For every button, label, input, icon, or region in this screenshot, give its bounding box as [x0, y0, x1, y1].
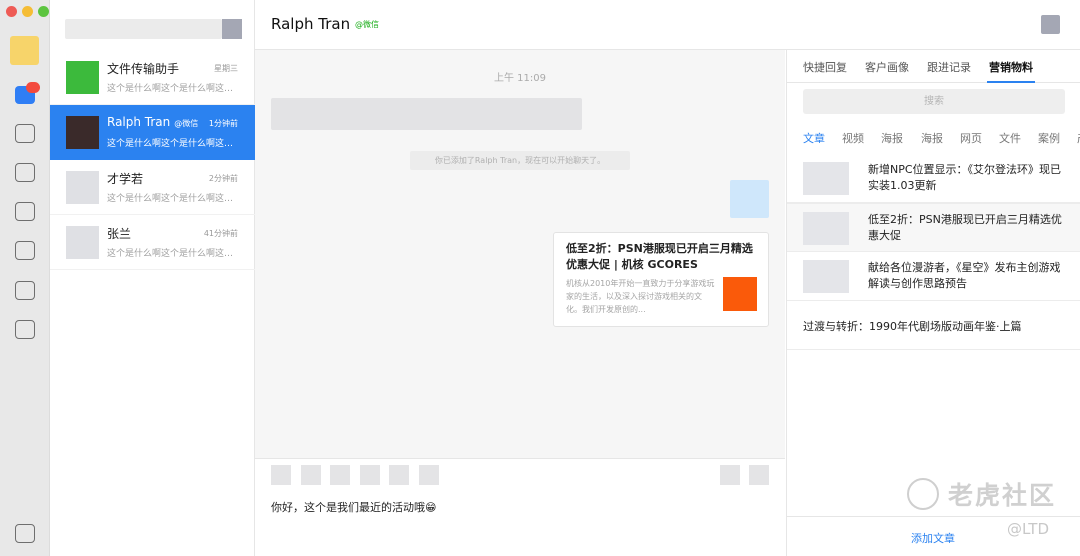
- video-call-icon[interactable]: [749, 465, 769, 485]
- conversation-avatar: [66, 226, 99, 259]
- conversation-time: 1分钟前: [208, 119, 238, 128]
- nav-icon-2[interactable]: [15, 163, 35, 182]
- nav-icon-6[interactable]: [15, 320, 35, 339]
- conversation-item-active[interactable]: Ralph Tran@微信 1分钟前 这个是什么啊这个是什么啊这个是什么啊: [50, 105, 255, 160]
- video-icon[interactable]: [419, 465, 439, 485]
- search-input[interactable]: [65, 19, 222, 39]
- article-title: 新增NPC位置显示：《艾尔登法环》现已实装1.03更新: [868, 163, 1062, 192]
- article-thumbnail: [803, 212, 849, 245]
- user-avatar[interactable]: [10, 36, 39, 65]
- conversation-list: 文件传输助手 星期三 这个是什么啊这个是什么啊这个是什么啊 Ralph Tran…: [50, 0, 255, 556]
- message-input[interactable]: 你好，这个是我们最近的活动哦😁: [271, 499, 436, 515]
- conversation-time: 星期三: [214, 64, 238, 73]
- nav-icon-1[interactable]: [15, 124, 35, 143]
- unread-badge: [26, 82, 40, 93]
- article-item[interactable]: 献给各位漫游者，《星空》发布主创游戏解读与创作思路预告: [787, 252, 1080, 301]
- conversation-preview: 这个是什么啊这个是什么啊这个是什么啊: [107, 139, 239, 149]
- window-controls: [6, 6, 49, 17]
- conversation-avatar: [66, 171, 99, 204]
- conversation-name: 文件传输助手: [107, 62, 180, 76]
- message-composer: 你好，这个是我们最近的活动哦😁: [255, 458, 785, 556]
- category-posters-2[interactable]: 海报: [921, 130, 943, 146]
- voice-icon[interactable]: [389, 465, 409, 485]
- nav-icon-5[interactable]: [15, 281, 35, 300]
- article-card-description: 机核从2010年开始一直致力于分享游戏玩家的生活，以及深入探讨游戏相关的文化。我…: [566, 279, 715, 314]
- add-contact-button[interactable]: [222, 19, 242, 39]
- category-articles[interactable]: 文章: [803, 130, 825, 146]
- conversation-name-text: Ralph Tran: [107, 115, 171, 129]
- incoming-message-bubble[interactable]: [271, 98, 582, 130]
- materials-search-input[interactable]: 搜索: [803, 89, 1065, 114]
- message-area: 上午 11:09 你已添加了Ralph Tran，现在可以开始聊天了。 低至2折…: [255, 50, 785, 458]
- conversation-time: 2分钟前: [208, 174, 238, 183]
- contact-name: Ralph Tran: [271, 15, 351, 33]
- wechat-tag: @微信: [355, 20, 379, 29]
- nav-icon-4[interactable]: [15, 241, 35, 260]
- category-posters[interactable]: 海报: [881, 130, 903, 146]
- conversation-name: 才学若: [107, 172, 144, 186]
- article-card-title: 低至2折：PSN港服现已开启三月精选优惠大促 | 机核 GCORES: [566, 242, 753, 271]
- file-icon[interactable]: [301, 465, 321, 485]
- article-card-thumbnail: [723, 277, 757, 311]
- conversation-time: 41分钟前: [203, 229, 238, 238]
- category-files[interactable]: 文件: [999, 130, 1021, 146]
- article-card-message[interactable]: 低至2折：PSN港服现已开启三月精选优惠大促 | 机核 GCORES 机核从20…: [553, 232, 769, 327]
- category-videos[interactable]: 视频: [842, 130, 864, 146]
- chat-header: Ralph Tran @微信: [255, 0, 1080, 50]
- conversation-item[interactable]: 张兰 41分钟前 这个是什么啊这个是什么啊这个是什么啊: [50, 215, 255, 270]
- tab-customer-profile[interactable]: 客户画像: [865, 59, 909, 75]
- article-title: 低至2折：PSN港服现已开启三月精选优惠大促: [868, 213, 1062, 242]
- more-options-icon[interactable]: [1041, 15, 1060, 34]
- conversation-name: Ralph Tran @微信: [107, 115, 198, 129]
- watermark-logo-icon: [907, 478, 939, 510]
- conversation-name: 张兰: [107, 227, 132, 241]
- screenshot-icon[interactable]: [330, 465, 350, 485]
- conversation-item[interactable]: 文件传输助手 星期三 这个是什么啊这个是什么啊这个是什么啊: [50, 50, 255, 105]
- conversation-preview: 这个是什么啊这个是什么啊这个是什么啊: [107, 194, 239, 204]
- divider: [787, 349, 1080, 350]
- category-cases[interactable]: 案例: [1038, 130, 1060, 146]
- panel-tabs: 快捷回复 客户画像 跟进记录 营销物料: [787, 50, 1080, 83]
- settings-icon[interactable]: [15, 524, 35, 543]
- app-sidebar: [0, 0, 50, 556]
- conversation-item[interactable]: 才学若 2分钟前 这个是什么啊这个是什么啊这个是什么啊: [50, 160, 255, 215]
- tab-quick-reply[interactable]: 快捷回复: [803, 59, 847, 75]
- minimize-window-button[interactable]: [22, 6, 33, 17]
- outgoing-message-bubble[interactable]: [730, 180, 769, 218]
- article-thumbnail: [803, 260, 849, 293]
- tab-marketing-materials[interactable]: 营销物料: [989, 59, 1033, 75]
- conversation-avatar: [66, 116, 99, 149]
- zoom-window-button[interactable]: [38, 6, 49, 17]
- call-icon[interactable]: [720, 465, 740, 485]
- conversation-preview: 这个是什么啊这个是什么啊这个是什么啊: [107, 249, 239, 259]
- article-item[interactable]: 新增NPC位置显示：《艾尔登法环》现已实装1.03更新: [787, 154, 1080, 203]
- article-thumbnail: [803, 162, 849, 195]
- watermark-subtext: @LTD: [1007, 520, 1050, 538]
- message-timestamp: 上午 11:09: [494, 73, 546, 84]
- article-item-text-only[interactable]: 过渡与转折：1990年代剧场版动画年鉴·上篇: [803, 318, 1022, 334]
- active-tab-underline: [987, 81, 1035, 83]
- material-categories: 文章 视频 海报 海报 网页 文件 案例 产: [787, 130, 1080, 146]
- tab-follow-up[interactable]: 跟进记录: [927, 59, 971, 75]
- article-title: 献给各位漫游者，《星空》发布主创游戏解读与创作思路预告: [868, 261, 1061, 290]
- history-icon[interactable]: [360, 465, 380, 485]
- watermark-text: 老虎社区: [948, 481, 1057, 510]
- category-webpages[interactable]: 网页: [960, 130, 982, 146]
- close-window-button[interactable]: [6, 6, 17, 17]
- conversation-preview: 这个是什么啊这个是什么啊这个是什么啊: [107, 84, 239, 94]
- emoji-icon[interactable]: [271, 465, 291, 485]
- nav-icon-3[interactable]: [15, 202, 35, 221]
- wechat-tag: @微信: [174, 119, 199, 128]
- conversation-avatar: [66, 61, 99, 94]
- system-message: 你已添加了Ralph Tran，现在可以开始聊天了。: [410, 151, 630, 170]
- article-item-hover[interactable]: 低至2折：PSN港服现已开启三月精选优惠大促: [787, 203, 1080, 252]
- add-article-link[interactable]: 添加文章: [911, 530, 955, 546]
